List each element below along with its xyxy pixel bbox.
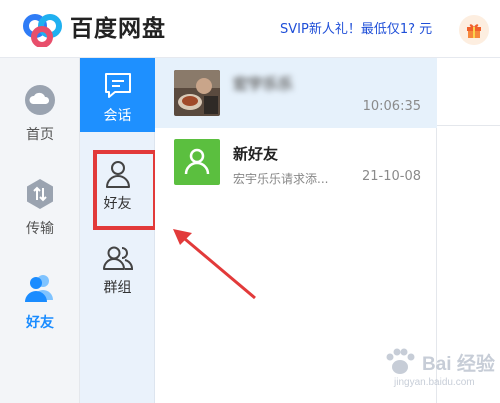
svip-promo-link[interactable]: SVIP新人礼！最低仅1? 元 — [280, 21, 432, 39]
conversation-item[interactable]: 新好友 宏宇乐乐请求添... 21-10-08 — [155, 128, 437, 198]
red-arrow-annotation — [173, 229, 256, 300]
paw-logo-icon — [386, 348, 415, 374]
transfer-icon — [27, 179, 53, 209]
conversation-preview: 宏宇乐乐请求添... — [233, 172, 329, 186]
nav-label-friends: 好友 — [26, 315, 54, 331]
app-header: 百度网盘 SVIP新人礼！最低仅1? 元 — [0, 0, 500, 58]
nav-label-transfer: 传输 — [26, 221, 54, 237]
person-icon — [106, 161, 130, 188]
left-nav: 首页 传输 好友 — [0, 58, 80, 403]
gift-icon — [467, 24, 481, 38]
conversation-time: 21-10-08 — [361, 169, 421, 184]
group-icon — [103, 246, 133, 270]
divider — [437, 125, 500, 126]
conversation-time: 10:06:35 — [362, 99, 421, 114]
app-title: 百度网盘 — [70, 16, 166, 42]
tab-conversations-label: 会话 — [103, 108, 132, 124]
conversation-name: 宏宇乐乐 — [233, 75, 294, 93]
new-friend-avatar — [174, 139, 220, 185]
avatar-photo-icon — [174, 70, 220, 116]
tab-groups[interactable]: 群组 — [80, 230, 155, 304]
tab-friends[interactable]: 好友 — [80, 146, 155, 220]
conversation-name: 新好友 — [233, 145, 279, 163]
baidu-jingyan-watermark: Bai 经验 jingyan.baidu.com — [378, 345, 498, 400]
nav-item-home[interactable]: 首页 — [0, 84, 80, 154]
friends-icon — [25, 275, 53, 302]
chat-icon — [105, 73, 131, 98]
gift-button[interactable] — [459, 15, 489, 45]
avatar — [174, 70, 220, 116]
tab-groups-label: 群组 — [103, 280, 132, 296]
tab-conversations[interactable]: 会话 — [80, 58, 155, 132]
watermark-url: jingyan.baidu.com — [394, 377, 475, 388]
person-icon — [184, 148, 210, 175]
baidu-netdisk-logo-icon — [23, 14, 62, 47]
nav-item-friends[interactable]: 好友 — [0, 272, 80, 342]
sub-nav: 会话 好友 群组 — [80, 58, 155, 403]
watermark-brand: Bai 经验 — [422, 354, 495, 375]
nav-item-transfer[interactable]: 传输 — [0, 178, 80, 248]
conversation-item[interactable]: 宏宇乐乐 10:06:35 — [155, 58, 437, 128]
cloud-icon — [25, 85, 55, 115]
nav-label-home: 首页 — [26, 127, 54, 143]
tab-friends-label: 好友 — [103, 196, 132, 212]
